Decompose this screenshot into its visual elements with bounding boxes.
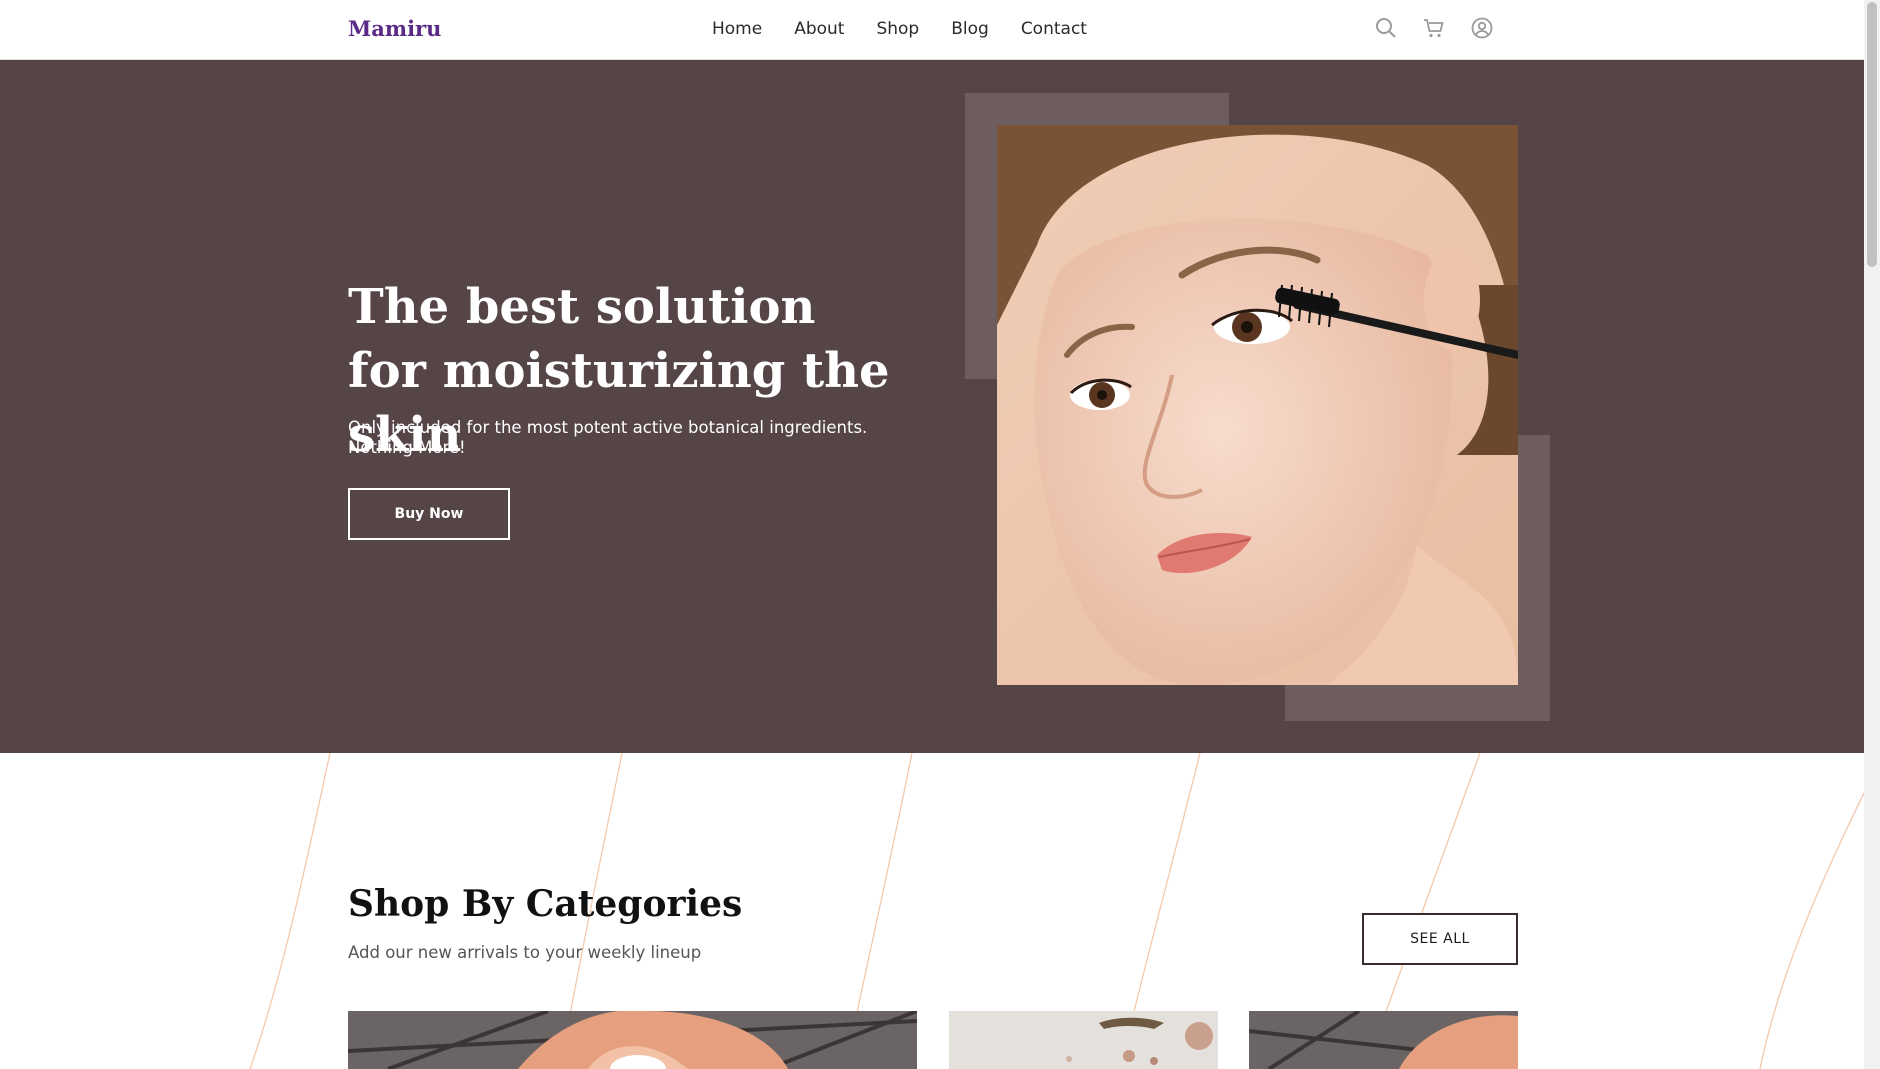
see-all-button[interactable]: SEE ALL [1362, 913, 1518, 965]
brand-logo[interactable]: Mamiru [348, 16, 441, 41]
site-header: Mamiru Home About Shop Blog Contact [0, 0, 1864, 60]
account-icon[interactable] [1470, 16, 1494, 40]
search-icon[interactable] [1374, 16, 1398, 40]
category-card-3[interactable] [1249, 1011, 1518, 1069]
hero-model-photo [997, 125, 1518, 685]
page-scrollbar[interactable] [1864, 0, 1880, 1069]
nav-item-shop[interactable]: Shop [876, 19, 919, 39]
decorative-lines [249, 753, 1864, 1069]
main-nav: Home About Shop Blog Contact [712, 19, 1087, 39]
nav-item-contact[interactable]: Contact [1021, 19, 1087, 39]
buy-now-button[interactable]: Buy Now [348, 488, 510, 540]
categories-title: Shop By Categories [348, 883, 743, 925]
header-icons [1374, 16, 1494, 40]
nav-item-blog[interactable]: Blog [951, 19, 989, 39]
categories-section: Shop By Categories Add our new arrivals … [0, 753, 1864, 1069]
categories-subtitle: Add our new arrivals to your weekly line… [348, 943, 702, 962]
category-card-1[interactable] [348, 1011, 917, 1069]
cart-icon[interactable] [1422, 16, 1446, 40]
hero-subtitle: Only included for the most potent active… [348, 418, 868, 457]
category-card-2[interactable] [949, 1011, 1218, 1069]
scrollbar-thumb[interactable] [1867, 2, 1877, 267]
hero-section: The best solution for moisturizing the s… [0, 60, 1864, 753]
nav-item-home[interactable]: Home [712, 19, 762, 39]
nav-item-about[interactable]: About [794, 19, 844, 39]
